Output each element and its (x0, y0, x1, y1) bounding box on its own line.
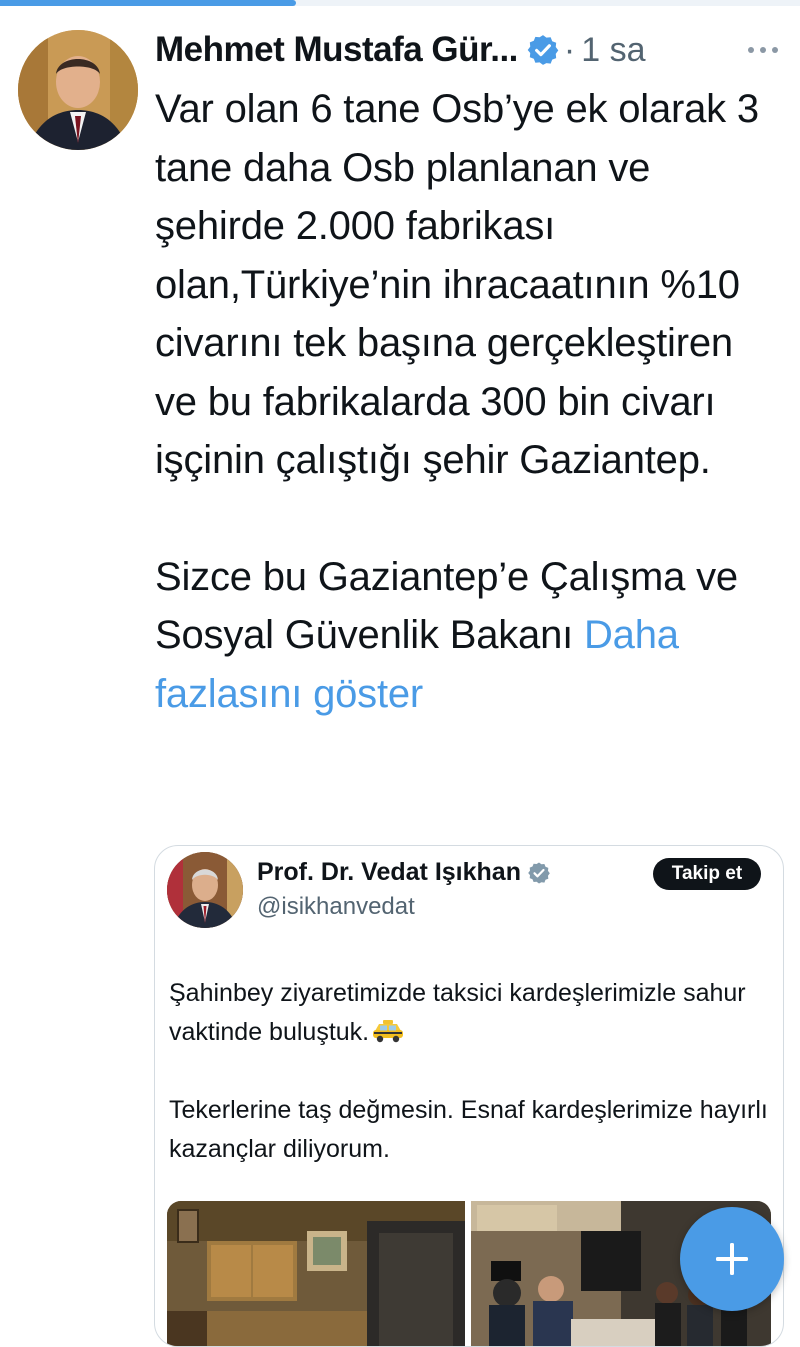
plus-icon (716, 1243, 748, 1275)
verified-badge-icon (526, 33, 560, 67)
follow-button[interactable]: Takip et (653, 858, 761, 890)
scroll-progress-fill (0, 0, 296, 6)
tweet-time[interactable]: 1 sa (581, 31, 645, 70)
verified-badge-icon (527, 861, 551, 885)
taxi-icon (371, 1016, 405, 1043)
quoted-author-avatar[interactable] (167, 852, 243, 928)
quoted-photo-1[interactable] (167, 1201, 465, 1346)
separator-dot: · (563, 30, 576, 69)
more-icon[interactable] (746, 42, 780, 53)
quoted-paragraph-text: Şahinbey ziyaretimizde taksici kardeşler… (169, 979, 746, 1046)
quoted-author-name[interactable]: Prof. Dr. Vedat Işıkhan (257, 858, 521, 887)
tweet-text: Var olan 6 tane Osb’ye ek olarak 3 tane … (155, 80, 785, 723)
quoted-author-handle[interactable]: @isikhanvedat (257, 893, 415, 921)
quoted-author-name-row: Prof. Dr. Vedat Işıkhan (257, 858, 551, 887)
tweet-paragraph: Var olan 6 tane Osb’ye ek olarak 3 tane … (155, 87, 759, 482)
tweet-paragraph: Sizce bu Gaziantep’e Çalışma ve Sosyal G… (155, 548, 785, 724)
tweet-header: Mehmet Mustafa Gür... · 1 sa (155, 28, 795, 72)
scroll-progress-track (0, 0, 800, 6)
quoted-tweet-text: Şahinbey ziyaretimizde taksici kardeşler… (169, 974, 769, 1169)
compose-button[interactable] (680, 1207, 784, 1311)
quoted-paragraph: Tekerlerine taş değmesin. Esnaf kardeşle… (169, 1096, 768, 1163)
author-name[interactable]: Mehmet Mustafa Gür... (155, 30, 518, 70)
quoted-paragraph: Şahinbey ziyaretimizde taksici kardeşler… (169, 974, 769, 1052)
author-avatar[interactable] (18, 30, 138, 150)
